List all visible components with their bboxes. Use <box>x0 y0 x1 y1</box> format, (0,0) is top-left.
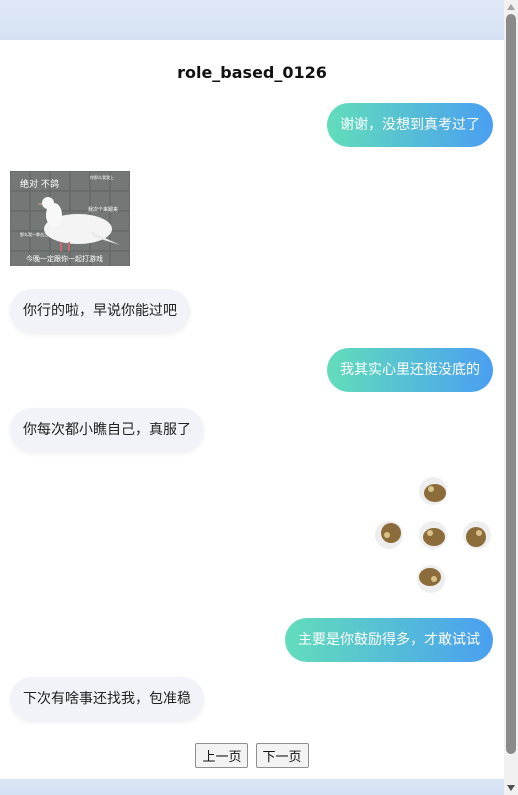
next-page-button[interactable]: 下一页 <box>255 743 309 768</box>
dove-sticker: 绝对 不鸽 你那么我我上 我次个来跟来 那么我一拳击之 今晚一定跟你一起打游戏 <box>10 171 130 266</box>
chat-panel: role_based_0126 谢谢，没想到真考过了 绝对 不鸽 你那么我我上 … <box>0 40 504 779</box>
dog-frame-left <box>375 521 403 549</box>
page-title: role_based_0126 <box>177 63 327 82</box>
message-bubble-right: 谢谢，没想到真考过了 <box>327 103 493 147</box>
dove-caption-5: 今晚一定跟你一起打游戏 <box>26 254 103 263</box>
message-bubble-left: 下次有啥事还找我，包准稳 <box>10 677 204 721</box>
top-background <box>0 0 504 40</box>
message-bubble-right: 我其实心里还挺没底的 <box>327 348 493 392</box>
scroll-down-arrow-icon[interactable] <box>507 785 515 791</box>
dog-frame-center <box>419 521 447 549</box>
message-bubble-left: 你行的啦，早说你能过吧 <box>10 289 190 333</box>
bottom-background <box>0 779 504 795</box>
message-bubble-right: 主要是你鼓励得多，才敢试试 <box>285 618 493 662</box>
scrollbar-thumb[interactable] <box>506 14 516 754</box>
dove-caption-2: 你那么我我上 <box>90 174 114 180</box>
vertical-scrollbar[interactable] <box>504 0 518 795</box>
dog-frame-right <box>463 521 491 549</box>
dove-caption-3: 我次个来跟来 <box>88 206 118 213</box>
prev-page-button[interactable]: 上一页 <box>195 743 249 768</box>
pagination: 上一页 下一页 <box>0 743 504 768</box>
dog-frame-top <box>419 477 447 505</box>
dog-frame-bottom <box>417 565 445 593</box>
spinning-dog-sticker <box>373 475 493 595</box>
message-bubble-left: 你每次都小瞧自己，真服了 <box>10 408 204 452</box>
dove-caption-1: 绝对 不鸽 <box>20 178 59 190</box>
scroll-up-arrow-icon[interactable] <box>507 4 515 10</box>
dove-caption-4: 那么我一拳击之 <box>20 231 48 237</box>
